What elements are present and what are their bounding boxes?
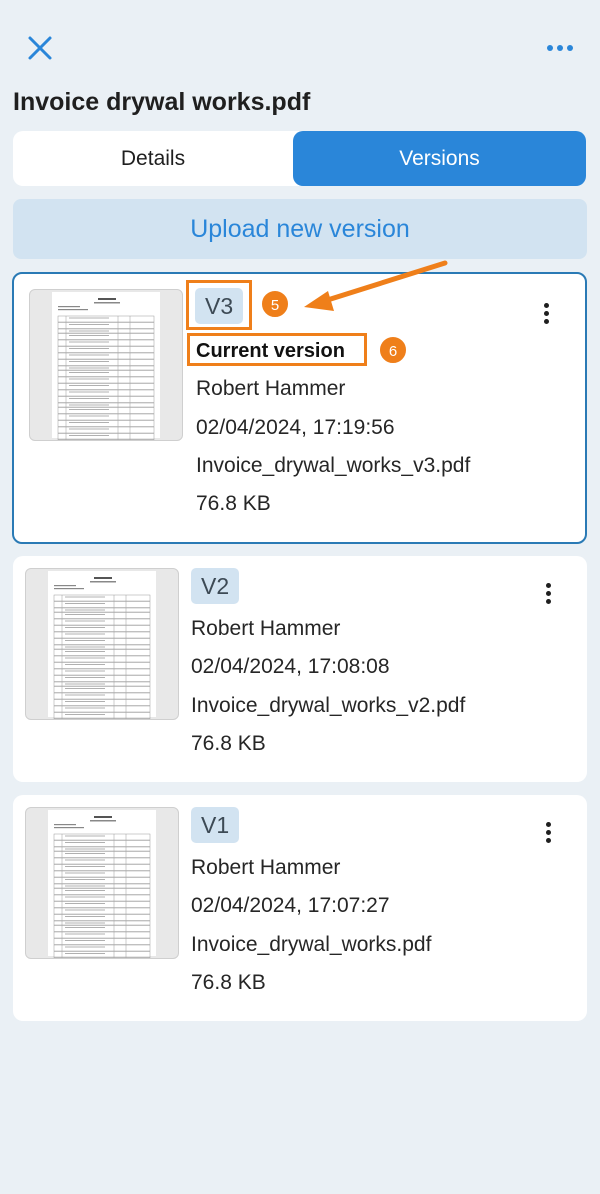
version-menu-button[interactable] <box>538 819 558 851</box>
version-timestamp: 02/04/2024, 17:07:27 <box>191 894 390 917</box>
version-filesize: 76.8 KB <box>196 492 271 515</box>
version-filename: Invoice_drywal_works_v3.pdf <box>196 454 471 477</box>
tab-details[interactable]: Details <box>13 131 293 186</box>
annotation-arrow-icon <box>304 260 448 311</box>
document-thumbnail <box>25 807 179 959</box>
more-vertical-icon <box>545 583 551 588</box>
version-timestamp: 02/04/2024, 17:19:56 <box>196 416 395 439</box>
step-marker-6: 6 <box>378 335 408 365</box>
close-icon <box>28 36 52 60</box>
version-card-v2[interactable]: V2 Robert Hammer 02/04/2024, 17:08:08 In… <box>13 556 587 782</box>
version-author: Robert Hammer <box>191 617 341 640</box>
version-filename: Invoice_drywal_works.pdf <box>191 933 432 956</box>
step-marker-5: 5 <box>260 289 290 319</box>
tab-versions[interactable]: Versions <box>293 131 586 186</box>
document-thumbnail <box>25 568 179 720</box>
more-horizontal-icon <box>547 45 573 51</box>
segmented-tabs: Details Versions <box>13 131 586 186</box>
version-filesize: 76.8 KB <box>191 971 266 994</box>
highlight-current-version <box>187 333 367 366</box>
version-author: Robert Hammer <box>191 856 341 879</box>
version-menu-button[interactable] <box>538 580 558 612</box>
more-vertical-icon <box>543 303 549 308</box>
version-filename: Invoice_drywal_works_v2.pdf <box>191 694 466 717</box>
close-button[interactable] <box>24 32 56 64</box>
more-vertical-icon <box>545 822 551 827</box>
version-badge: V1 <box>191 807 240 843</box>
version-menu-button[interactable] <box>536 300 556 332</box>
top-bar <box>0 0 600 90</box>
highlight-version-badge <box>186 280 252 330</box>
more-options-button[interactable] <box>540 36 580 60</box>
version-badge: V2 <box>191 568 240 604</box>
version-timestamp: 02/04/2024, 17:08:08 <box>191 655 390 678</box>
document-thumbnail <box>29 289 183 441</box>
version-card-v1[interactable]: V1 Robert Hammer 02/04/2024, 17:07:27 In… <box>13 795 587 1021</box>
version-filesize: 76.8 KB <box>191 732 266 755</box>
page-title: Invoice drywal works.pdf <box>13 88 311 116</box>
upload-new-version-button[interactable]: Upload new version <box>13 199 587 259</box>
version-author: Robert Hammer <box>196 377 346 400</box>
